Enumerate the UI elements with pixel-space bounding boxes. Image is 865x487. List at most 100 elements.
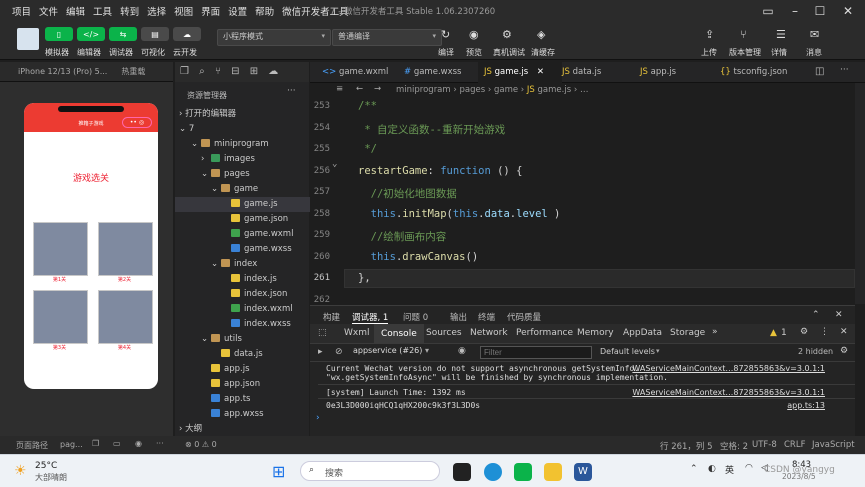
tab-console[interactable]: Console [374, 324, 424, 344]
device-select[interactable]: iPhone 12/13 (Pro) 5... [0, 67, 107, 76]
wifi-icon[interactable]: ◠ [745, 463, 753, 473]
console-source-link[interactable]: WAServiceMainContext…872855863&v=3.0.1:1 [632, 364, 825, 373]
eye-icon[interactable]: ◉ [135, 439, 142, 448]
cloud-icon[interactable]: ☁ [173, 27, 201, 41]
ime-indicator[interactable]: 英 [725, 463, 734, 476]
project-section[interactable]: ⌄ 7 [175, 122, 309, 137]
console-source-link[interactable]: app.ts:13 [787, 401, 825, 410]
preview-button[interactable]: 预览 [466, 47, 482, 58]
menu-item[interactable]: 编辑 [62, 4, 89, 18]
settings-icon[interactable]: ⚙ [800, 327, 808, 337]
more-icon[interactable]: ⋮ [820, 327, 829, 337]
editor-button[interactable]: 编辑器 [77, 47, 101, 58]
edge-icon[interactable] [484, 463, 502, 481]
tab-debugger[interactable]: 调试器, 1 [352, 311, 389, 324]
tab-data-js[interactable]: JS data.js [556, 62, 640, 83]
details-icon[interactable]: ☰ [776, 28, 786, 41]
copy-icon[interactable]: ❐ [92, 439, 99, 448]
menu-item[interactable]: 帮助 [251, 4, 278, 18]
debugger-icon[interactable]: ⇆ [109, 27, 137, 41]
forward-icon[interactable]: → [374, 84, 381, 94]
message-button[interactable]: 消息 [806, 47, 822, 58]
editor-icon[interactable]: </> [77, 27, 105, 41]
tab-build[interactable]: 构建 [323, 311, 340, 323]
word-icon[interactable]: W [574, 463, 592, 481]
menu-item[interactable]: 工具 [89, 4, 116, 18]
outline-section[interactable]: › 大纲 [175, 422, 309, 437]
page-path-label[interactable]: 页面路径 [16, 440, 48, 451]
simulator-icon[interactable]: ▯ [45, 27, 73, 41]
more-tabs-icon[interactable]: » [712, 327, 718, 337]
folder-icon[interactable]: ▭ [113, 439, 121, 448]
capsule-button[interactable]: •• ◎ [122, 117, 152, 128]
eye-icon[interactable]: ◉ [458, 346, 466, 356]
visual-button[interactable]: 可视化 [141, 47, 165, 58]
tab-memory[interactable]: Memory [577, 328, 614, 338]
level-tile-4[interactable] [98, 290, 153, 344]
tab-problems[interactable]: 问题 0 [403, 311, 428, 323]
encoding[interactable]: UTF-8 [752, 440, 777, 450]
tab-game-js[interactable]: JS game.js ✕ [478, 62, 562, 83]
console-filter-input[interactable] [480, 346, 592, 359]
minimize-icon[interactable]: – [787, 3, 803, 19]
device-debug-icon[interactable]: ⚙ [502, 28, 512, 41]
details-button[interactable]: 详情 [771, 47, 787, 58]
split-editor-icon[interactable]: ◫ [815, 66, 824, 77]
cloud-icon[interactable]: ☁ [261, 66, 278, 77]
level-tile-3[interactable] [33, 290, 88, 344]
page-path-value[interactable]: pag... [60, 440, 83, 449]
more-icon[interactable]: ··· [156, 439, 164, 448]
visual-icon[interactable]: ▤ [141, 27, 169, 41]
avatar[interactable] [17, 28, 39, 50]
settings-icon[interactable]: ⚙ [840, 346, 848, 356]
version-button[interactable]: 版本管理 [729, 47, 761, 58]
sidebar-toggle-icon[interactable]: ▸ [318, 347, 323, 357]
tab-tsconfig[interactable]: {} tsconfig.json [714, 62, 810, 83]
tab-game-wxml[interactable]: <> game.wxml [316, 62, 404, 83]
tab-performance[interactable]: Performance [516, 328, 573, 338]
menu-item[interactable]: 设置 [224, 4, 251, 18]
clear-cache-icon[interactable]: ◈ [537, 28, 545, 41]
line-ending[interactable]: CRLF [784, 440, 805, 450]
console-prompt-icon[interactable]: › [316, 413, 320, 423]
level-tile-2[interactable] [98, 222, 153, 276]
cloud-button[interactable]: 云开发 [173, 47, 197, 58]
clear-cache-button[interactable]: 清缓存 [531, 47, 555, 58]
tab-appdata[interactable]: AppData [623, 328, 662, 338]
message-icon[interactable]: ✉ [810, 28, 819, 41]
maximize-icon[interactable]: ☐ [812, 3, 828, 19]
temperature[interactable]: 25°C [35, 461, 57, 471]
compile-button[interactable]: 编译 [438, 47, 454, 58]
debug-icon[interactable]: ⊟ [224, 66, 239, 77]
tab-sources[interactable]: Sources [426, 328, 462, 338]
layout-icon[interactable]: ▭ [760, 3, 776, 19]
tab-network[interactable]: Network [470, 328, 508, 338]
windows-start-icon[interactable]: ⊞ [272, 463, 290, 481]
breadcrumb-item[interactable]: miniprogram [396, 85, 451, 95]
extensions-icon[interactable]: ⊞ [243, 66, 258, 77]
taskview-icon[interactable] [453, 463, 471, 481]
breadcrumb-item[interactable]: game.js [538, 85, 572, 95]
console-source-link[interactable]: WAServiceMainContext…872855863&v=3.0.1:1 [632, 388, 825, 397]
breadcrumb-item[interactable]: pages [460, 85, 486, 95]
code-editor[interactable]: 253 /** 254 * 自定义函数--重新开始游戏 255 */ 256 restar… [310, 98, 855, 304]
mode-select[interactable]: 小程序模式 ▾ [217, 29, 331, 46]
close-icon[interactable]: ✕ [840, 3, 856, 19]
language-mode[interactable]: JavaScript [812, 440, 855, 450]
collapse-icon[interactable]: ⌃ [812, 310, 820, 320]
git-icon[interactable]: ⑂ [208, 66, 221, 77]
search-icon[interactable]: ⌕ [192, 66, 205, 77]
menu-icon[interactable]: ≡ [336, 84, 343, 94]
tab-code-quality[interactable]: 代码质量 [507, 311, 541, 323]
taskbar-search[interactable]: ⌕ 搜索 [300, 461, 440, 481]
open-editors-section[interactable]: › 打开的编辑器 [175, 107, 309, 122]
tab-terminal[interactable]: 终端 [478, 311, 495, 323]
cursor-position[interactable]: 行 261，列 5 [660, 440, 713, 452]
breadcrumb-item[interactable]: game [494, 85, 518, 95]
more-icon[interactable]: ··· [840, 65, 849, 75]
files-icon[interactable]: ❐ [175, 66, 189, 77]
wechat-devtools-icon[interactable] [514, 463, 532, 481]
close-icon[interactable]: ✕ [840, 327, 848, 337]
indent-setting[interactable]: 空格: 2 [720, 440, 748, 452]
menu-item[interactable]: 项目 [8, 4, 35, 18]
